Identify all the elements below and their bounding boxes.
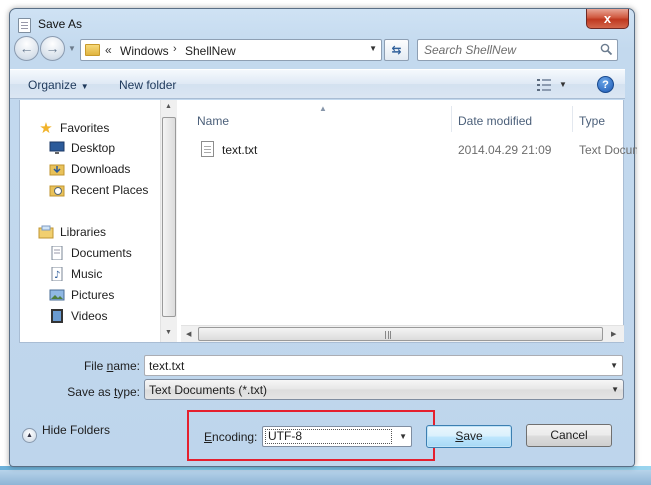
nav-libraries[interactable]: Libraries [38,225,106,239]
nav-recent-places[interactable]: Recent Places [49,183,148,197]
chevron-up-icon: ▲ [22,428,37,443]
nav-videos[interactable]: Videos [49,309,107,323]
search-box[interactable] [417,39,618,61]
refresh-icon: ⇆ [391,43,402,57]
close-button[interactable]: x [586,9,629,29]
nav-pictures[interactable]: Pictures [49,288,114,302]
desktop-icon [49,141,65,154]
nav-pane-scroll-thumb[interactable] [162,117,176,317]
libraries-icon [38,225,54,239]
search-icon[interactable] [600,43,613,56]
breadcrumb-windows[interactable]: Windows [120,44,169,58]
sort-ascending-icon: ▲ [319,104,327,113]
file-list-scroll-thumb[interactable] [198,327,603,341]
nav-desktop-label: Desktop [71,141,116,155]
file-list-horizontal-scrollbar[interactable]: ◀ ▶ [181,325,624,342]
address-dropdown-icon[interactable]: ▼ [369,44,377,53]
column-header-name[interactable]: Name [197,114,229,128]
downloads-folder-icon [49,164,65,176]
file-name-label: File name: [83,359,140,373]
nav-documents[interactable]: Documents [49,246,132,260]
nav-favorites[interactable]: ★ Favorites [38,119,109,137]
nav-documents-label: Documents [71,246,132,260]
search-input[interactable] [418,40,598,60]
hide-folders-label: Hide Folders [42,423,111,437]
file-name-combobox[interactable]: ▼ [144,355,623,376]
breadcrumb-shellnew[interactable]: ShellNew [185,44,236,58]
recent-pages-dropdown-icon[interactable]: ▼ [68,44,76,53]
nav-favorites-label: Favorites [60,121,110,135]
back-arrow-icon: ← [19,40,34,56]
favorites-star-icon: ★ [39,120,53,137]
save-button[interactable]: Save [426,425,512,448]
command-toolbar: Organize ▼ New folder ▼ ? [10,69,625,99]
column-divider[interactable] [451,106,452,132]
file-name-input[interactable] [145,356,622,375]
organize-label: Organize [28,78,77,92]
refresh-button[interactable]: ⇆ [384,39,409,61]
nav-videos-label: Videos [71,309,108,323]
scroll-right-arrow-icon[interactable]: ▶ [611,330,616,338]
pictures-icon [49,289,65,301]
chevron-down-icon: ▼ [80,82,89,91]
save-as-type-select[interactable]: Text Documents (*.txt) ▼ [144,379,624,400]
videos-icon [51,309,63,323]
nav-libraries-label: Libraries [60,225,107,239]
file-list-pane: ▲ Name Date modified Type text.txt 2014.… [181,100,637,342]
nav-music-label: Music [71,267,103,281]
folder-icon [85,44,100,56]
file-type: Text Document [579,143,637,157]
file-row[interactable]: text.txt 2014.04.29 21:09 Text Document [195,138,637,160]
address-overflow-chevron[interactable]: « [105,43,112,57]
nav-recent-places-label: Recent Places [71,183,149,197]
view-details-icon[interactable] [537,79,551,91]
scroll-left-arrow-icon[interactable]: ◀ [186,330,191,338]
nav-music[interactable]: ♪ Music [49,267,102,281]
nav-pictures-label: Pictures [71,288,115,302]
nav-pane-scrollbar[interactable]: ▲ ▼ [160,100,177,342]
browser-area: ★ Favorites Desktop Downloads Recent Plac… [19,100,637,343]
taskbar [0,470,651,485]
documents-icon [51,246,63,260]
recent-places-icon [49,185,65,197]
encoding-dropdown-icon[interactable]: ▼ [399,432,407,441]
encoding-label: Encoding: [204,430,258,444]
title-bar: Save As x [10,9,634,39]
breadcrumb-separator-icon[interactable]: › [173,43,177,55]
forward-arrow-icon: → [45,40,60,56]
svg-text:♪: ♪ [54,270,60,281]
text-file-icon [201,141,214,157]
scroll-down-arrow-icon[interactable]: ▼ [165,329,172,336]
scroll-up-arrow-icon[interactable]: ▲ [165,103,172,110]
scroll-grip-icon [385,331,391,339]
navigation-pane: ★ Favorites Desktop Downloads Recent Plac… [20,100,178,342]
organize-button[interactable]: Organize ▼ [28,78,89,92]
help-icon[interactable]: ? [597,76,614,93]
save-as-type-label: Save as type: [67,385,140,399]
encoding-select[interactable]: UTF-8 ▼ [262,426,412,447]
column-header-date-modified[interactable]: Date modified [458,114,532,128]
nav-downloads-label: Downloads [71,162,131,176]
file-name: text.txt [222,143,258,157]
nav-desktop[interactable]: Desktop [49,141,115,155]
address-bar[interactable]: « Windows › ShellNew ▼ [80,39,382,61]
views-dropdown-icon[interactable]: ▼ [559,80,567,89]
music-icon: ♪ [51,267,63,281]
window-title: Save As [38,17,83,31]
forward-button[interactable]: → [40,36,65,61]
save-as-type-value: Text Documents (*.txt) [149,383,268,397]
notepad-icon [18,18,31,33]
column-divider[interactable] [572,106,573,132]
column-header-type[interactable]: Type [579,114,605,128]
hide-folders-button[interactable]: ▲ Hide Folders [22,423,110,443]
nav-downloads[interactable]: Downloads [49,162,130,176]
cancel-button[interactable]: Cancel [526,424,612,447]
file-name-dropdown-icon[interactable]: ▼ [610,361,618,370]
file-date-modified: 2014.04.29 21:09 [458,143,552,157]
save-as-type-dropdown-icon[interactable]: ▼ [611,385,619,394]
new-folder-button[interactable]: New folder [119,78,176,92]
back-button[interactable]: ← [14,36,39,61]
encoding-value: UTF-8 [265,429,392,444]
